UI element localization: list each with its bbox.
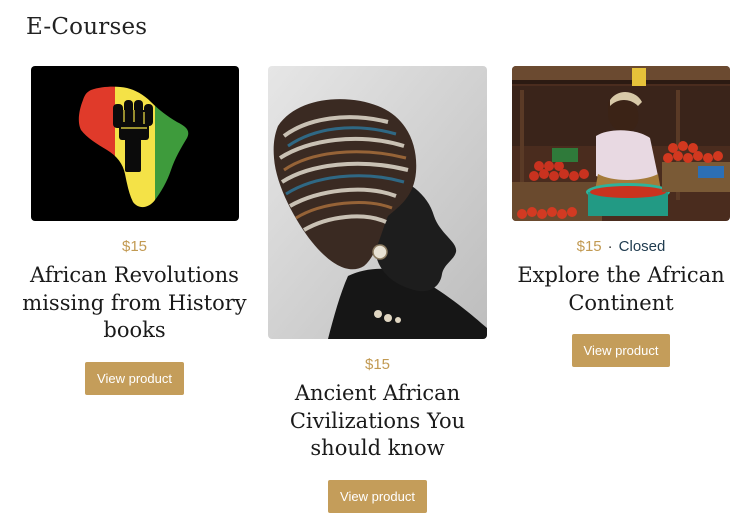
market-vendor-photo <box>512 66 730 221</box>
product-image[interactable] <box>512 66 730 221</box>
view-product-button[interactable]: View product <box>571 334 671 367</box>
product-title[interactable]: Ancient African Civilizations You should… <box>278 380 478 463</box>
woman-headwrap-photo <box>268 66 487 339</box>
status-badge: Closed <box>618 238 666 255</box>
view-product-button[interactable]: View product <box>328 479 427 513</box>
section-title: E-Courses <box>26 14 148 40</box>
product-card: $15 African Revolutions missing from His… <box>22 66 247 395</box>
product-image[interactable] <box>30 66 239 221</box>
product-price: $15 <box>121 238 148 255</box>
product-price: $15 <box>576 238 602 255</box>
product-card: $15 Ancient African Civilizations You sh… <box>268 66 487 513</box>
separator-dot: · <box>607 238 613 255</box>
view-product-button[interactable]: View product <box>85 361 184 395</box>
product-card: $15 · Closed Explore the African Continent… <box>506 66 736 367</box>
product-title[interactable]: Explore the African Continent <box>506 262 736 317</box>
africa-fist-icon <box>30 66 239 221</box>
product-title[interactable]: African Revolutions missing from History… <box>22 262 247 345</box>
product-price: $15 <box>364 356 391 373</box>
product-image[interactable] <box>268 66 487 339</box>
